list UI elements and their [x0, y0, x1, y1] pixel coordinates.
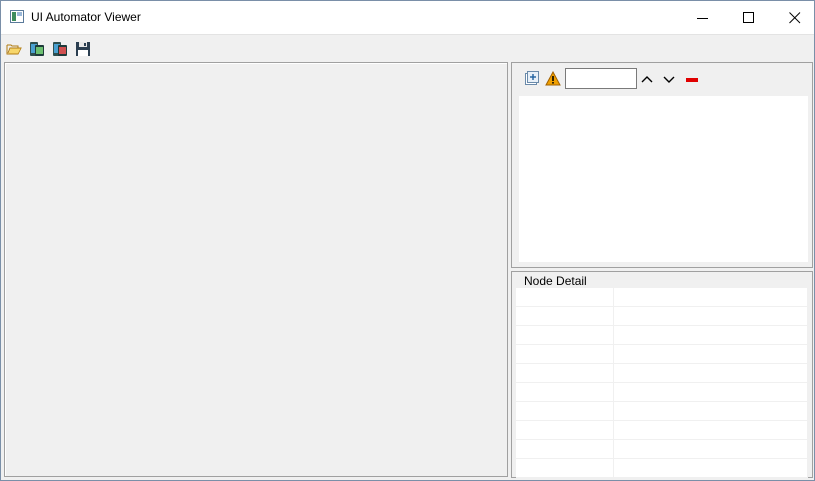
property-value-cell — [613, 344, 808, 364]
property-value-cell — [613, 382, 808, 402]
table-row[interactable] — [516, 458, 808, 478]
warning-button[interactable] — [545, 71, 561, 87]
chevron-down-icon — [663, 76, 675, 83]
hierarchy-panel — [511, 62, 813, 268]
node-detail-table[interactable] — [516, 288, 808, 478]
device-screenshot-compressed-button[interactable] — [50, 39, 70, 59]
table-row[interactable] — [516, 439, 808, 459]
table-row[interactable] — [516, 363, 808, 383]
open-button[interactable] — [4, 39, 24, 59]
clear-search-button[interactable] — [684, 71, 700, 87]
property-value-cell — [613, 439, 808, 459]
chevron-up-icon — [641, 76, 653, 83]
property-value-cell — [613, 288, 808, 307]
open-icon — [6, 44, 22, 55]
save-icon — [76, 42, 90, 56]
clear-icon — [686, 78, 698, 82]
property-name-cell — [516, 363, 614, 383]
hierarchy-tree[interactable] — [519, 96, 808, 262]
maximize-icon — [743, 12, 754, 23]
property-name-cell — [516, 344, 614, 364]
table-row[interactable] — [516, 306, 808, 326]
table-row[interactable] — [516, 382, 808, 402]
maximize-button[interactable] — [726, 1, 772, 34]
save-button[interactable] — [73, 39, 93, 59]
property-name-cell — [516, 458, 614, 478]
property-value-cell — [613, 363, 808, 383]
main-toolbar — [1, 38, 814, 60]
close-button[interactable] — [772, 1, 814, 34]
property-value-cell — [613, 306, 808, 326]
property-name-cell — [516, 439, 614, 459]
property-value-cell — [613, 458, 808, 478]
property-name-cell — [516, 306, 614, 326]
device-screenshot-icon — [30, 42, 44, 56]
hierarchy-toolbar — [512, 67, 812, 91]
property-name-cell — [516, 325, 614, 345]
node-detail-panel: Node Detail — [511, 271, 813, 478]
property-name-cell — [516, 401, 614, 421]
table-row[interactable] — [516, 344, 808, 364]
expand-all-icon — [525, 71, 539, 85]
previous-result-button[interactable] — [639, 71, 655, 87]
property-name-cell — [516, 382, 614, 402]
app-window: UI Automator Viewer Node Detail — [0, 0, 815, 481]
property-name-cell — [516, 288, 614, 307]
node-detail-title: Node Detail — [522, 274, 589, 288]
window-title: UI Automator Viewer — [31, 10, 141, 24]
title-bar[interactable]: UI Automator Viewer — [1, 1, 814, 34]
table-row[interactable] — [516, 288, 808, 307]
property-value-cell — [613, 325, 808, 345]
property-value-cell — [613, 401, 808, 421]
device-screenshot-compressed-icon — [53, 42, 67, 56]
warning-icon — [545, 71, 561, 86]
property-value-cell — [613, 420, 808, 440]
table-row[interactable] — [516, 420, 808, 440]
app-icon — [10, 10, 24, 23]
search-input[interactable] — [565, 68, 637, 89]
expand-all-button[interactable] — [524, 71, 540, 87]
next-result-button[interactable] — [661, 71, 677, 87]
device-screenshot-button[interactable] — [27, 39, 47, 59]
minimize-button[interactable] — [680, 1, 726, 34]
close-icon — [789, 12, 801, 24]
title-separator — [1, 34, 814, 35]
table-row[interactable] — [516, 325, 808, 345]
table-row[interactable] — [516, 401, 808, 421]
property-name-cell — [516, 420, 614, 440]
screenshot-panel[interactable] — [4, 62, 508, 477]
minimize-icon — [697, 18, 708, 19]
